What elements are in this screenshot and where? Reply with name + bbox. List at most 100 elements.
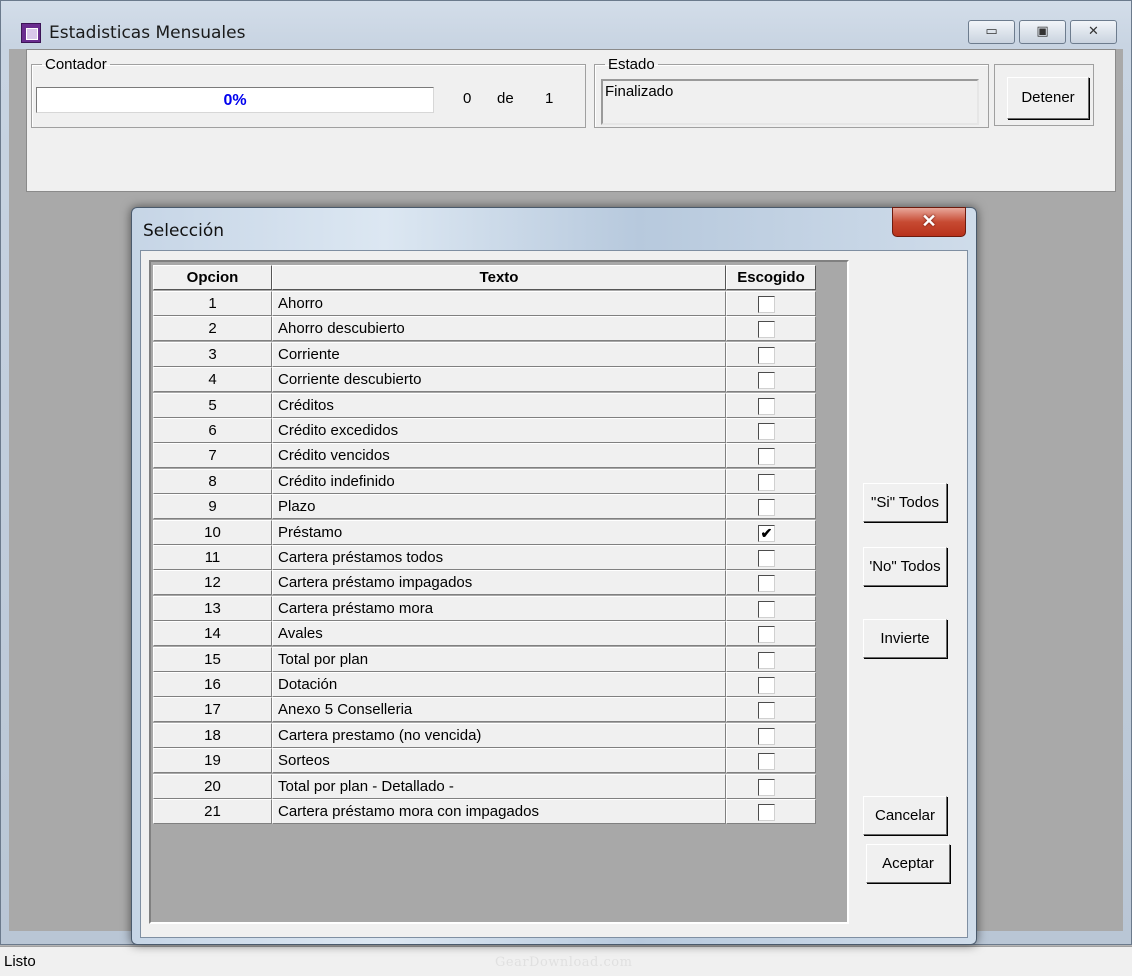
table-row[interactable]: 21 Cartera préstamo mora con impagados bbox=[153, 799, 816, 824]
progress-panel: Contador 0% 0 de 1 Estado Finalizado Det… bbox=[26, 49, 1116, 192]
row-number: 10 bbox=[153, 519, 272, 545]
row-text: Anexo 5 Conselleria bbox=[272, 697, 726, 723]
escogido-checkbox[interactable] bbox=[758, 651, 775, 669]
row-text: Cartera préstamo mora bbox=[272, 595, 726, 621]
escogido-checkbox[interactable] bbox=[758, 753, 775, 771]
row-text: Cartera préstamos todos bbox=[272, 545, 726, 570]
row-escogido-cell bbox=[726, 672, 816, 697]
escogido-checkbox[interactable] bbox=[758, 397, 775, 415]
escogido-checkbox[interactable]: ✔ bbox=[758, 524, 775, 542]
row-escogido-cell bbox=[726, 621, 816, 647]
table-row[interactable]: 19 Sorteos bbox=[153, 748, 816, 774]
maximize-button[interactable]: ▣ bbox=[1019, 20, 1066, 44]
column-header-opcion[interactable]: Opcion bbox=[153, 265, 272, 290]
detener-frame: Detener bbox=[994, 64, 1094, 126]
table-row[interactable]: 16 Dotación bbox=[153, 672, 816, 697]
table-row[interactable]: 5 Créditos bbox=[153, 392, 816, 418]
escogido-checkbox[interactable] bbox=[758, 448, 775, 466]
row-number: 3 bbox=[153, 341, 272, 367]
row-text: Créditos bbox=[272, 392, 726, 418]
table-row[interactable]: 13 Cartera préstamo mora bbox=[153, 595, 816, 621]
row-escogido-cell bbox=[726, 291, 816, 316]
escogido-checkbox[interactable] bbox=[758, 550, 775, 567]
escogido-checkbox[interactable] bbox=[758, 677, 775, 694]
table-row[interactable]: 15 Total por plan bbox=[153, 646, 816, 672]
escogido-checkbox[interactable] bbox=[758, 702, 775, 720]
escogido-checkbox[interactable] bbox=[758, 575, 775, 593]
row-escogido-cell bbox=[726, 722, 816, 748]
cancelar-button[interactable]: Cancelar bbox=[863, 796, 947, 835]
row-number: 21 bbox=[153, 799, 272, 824]
row-number: 14 bbox=[153, 621, 272, 647]
table-row[interactable]: 7 Crédito vencidos bbox=[153, 443, 816, 469]
seleccion-dialog: Selección ✕ Opcion Texto Escogido 1 Ahorr… bbox=[131, 207, 977, 945]
row-number: 13 bbox=[153, 595, 272, 621]
table-row[interactable]: 3 Corriente bbox=[153, 341, 816, 367]
no-todos-button[interactable]: 'No" Todos bbox=[863, 547, 947, 586]
table-row[interactable]: 17 Anexo 5 Conselleria bbox=[153, 697, 816, 723]
row-number: 5 bbox=[153, 392, 272, 418]
table-row[interactable]: 12 Cartera préstamo impagados bbox=[153, 570, 816, 596]
row-text: Ahorro descubierto bbox=[272, 316, 726, 342]
invierte-button[interactable]: Invierte bbox=[863, 619, 947, 658]
window-title: Estadisticas Mensuales bbox=[49, 23, 246, 43]
row-number: 11 bbox=[153, 545, 272, 570]
status-text: Listo bbox=[4, 953, 36, 970]
row-escogido-cell bbox=[726, 367, 816, 393]
row-text: Ahorro bbox=[272, 291, 726, 316]
dialog-close-button[interactable]: ✕ bbox=[892, 207, 966, 237]
row-escogido-cell bbox=[726, 316, 816, 342]
table-row[interactable]: 20 Total por plan - Detallado - bbox=[153, 773, 816, 799]
escogido-checkbox[interactable] bbox=[758, 778, 775, 796]
escogido-checkbox[interactable] bbox=[758, 473, 775, 491]
table-row[interactable]: 14 Avales bbox=[153, 621, 816, 647]
escogido-checkbox[interactable] bbox=[758, 499, 775, 517]
table-row[interactable]: 18 Cartera prestamo (no vencida) bbox=[153, 722, 816, 748]
table-row[interactable]: 1 Ahorro bbox=[153, 291, 816, 316]
row-escogido-cell bbox=[726, 646, 816, 672]
escogido-checkbox[interactable] bbox=[758, 804, 775, 821]
table-row[interactable]: 4 Corriente descubierto bbox=[153, 367, 816, 393]
table-row[interactable]: 11 Cartera préstamos todos bbox=[153, 545, 816, 570]
table-row[interactable]: 8 Crédito indefinido bbox=[153, 468, 816, 494]
estado-legend: Estado bbox=[608, 56, 655, 73]
status-bar: Listo GearDownload.com bbox=[0, 946, 1132, 976]
contador-legend: Contador bbox=[45, 56, 107, 73]
escogido-checkbox[interactable] bbox=[758, 423, 775, 440]
table-row[interactable]: 6 Crédito excedidos bbox=[153, 418, 816, 443]
row-text: Total por plan bbox=[272, 646, 726, 672]
row-text: Total por plan - Detallado - bbox=[272, 773, 726, 799]
table-row[interactable]: 9 Plazo bbox=[153, 494, 816, 520]
row-text: Cartera préstamo mora con impagados bbox=[272, 799, 726, 824]
escogido-checkbox[interactable] bbox=[758, 600, 775, 618]
table-row[interactable]: 10 Préstamo ✔ bbox=[153, 519, 816, 545]
escogido-checkbox[interactable] bbox=[758, 727, 775, 745]
row-escogido-cell bbox=[726, 418, 816, 443]
column-header-texto[interactable]: Texto bbox=[272, 265, 726, 290]
row-escogido-cell bbox=[726, 570, 816, 596]
minimize-button[interactable]: ▭ bbox=[968, 20, 1015, 44]
row-number: 20 bbox=[153, 773, 272, 799]
counter-of-label: de bbox=[497, 90, 514, 107]
watermark: GearDownload.com bbox=[495, 955, 633, 970]
row-number: 1 bbox=[153, 291, 272, 316]
escogido-checkbox[interactable] bbox=[758, 296, 775, 313]
si-todos-button[interactable]: "Si" Todos bbox=[863, 483, 947, 522]
escogido-checkbox[interactable] bbox=[758, 346, 775, 364]
escogido-checkbox[interactable] bbox=[758, 372, 775, 390]
row-number: 4 bbox=[153, 367, 272, 393]
column-header-escogido[interactable]: Escogido bbox=[726, 265, 816, 290]
row-escogido-cell bbox=[726, 799, 816, 824]
aceptar-button[interactable]: Aceptar bbox=[866, 844, 950, 883]
table-row[interactable]: 2 Ahorro descubierto bbox=[153, 316, 816, 342]
escogido-checkbox[interactable] bbox=[758, 626, 775, 644]
row-escogido-cell bbox=[726, 748, 816, 774]
row-escogido-cell bbox=[726, 697, 816, 723]
escogido-checkbox[interactable] bbox=[758, 321, 775, 339]
row-escogido-cell bbox=[726, 773, 816, 799]
close-button[interactable]: ✕ bbox=[1070, 20, 1117, 44]
detener-button[interactable]: Detener bbox=[1007, 77, 1089, 119]
row-text: Crédito vencidos bbox=[272, 443, 726, 469]
row-number: 8 bbox=[153, 468, 272, 494]
row-text: Plazo bbox=[272, 494, 726, 520]
